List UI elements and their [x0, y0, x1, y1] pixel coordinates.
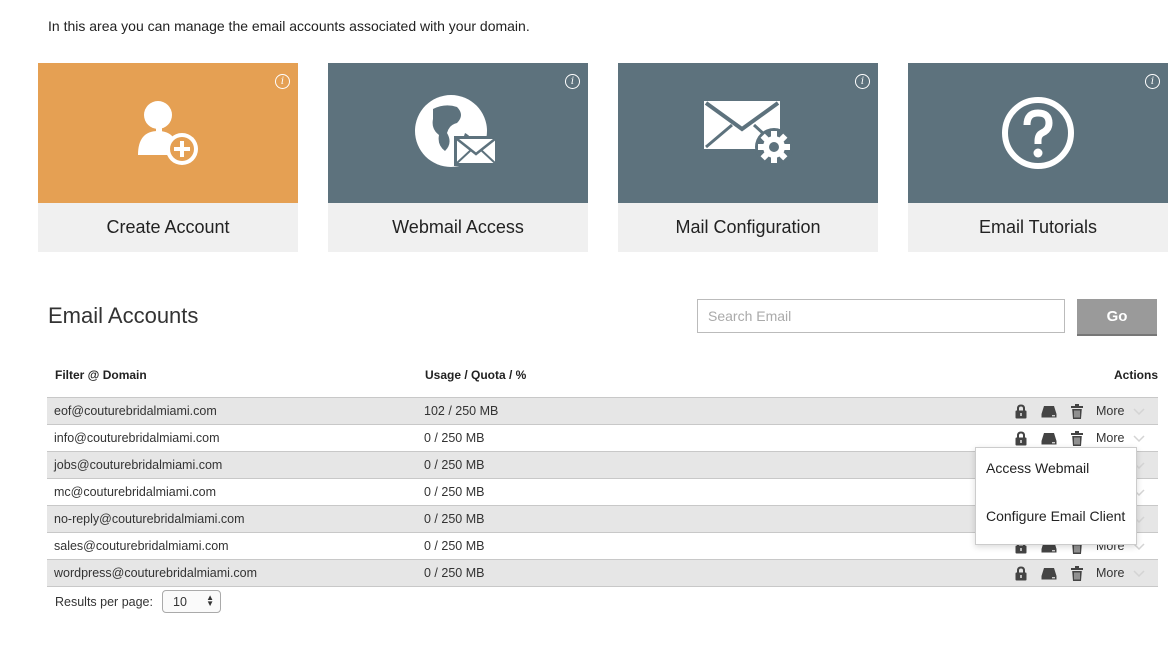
globe-mail-icon: [415, 95, 498, 167]
email-address: eof@couturebridalmiami.com: [54, 404, 217, 418]
row-actions: More: [1013, 402, 1146, 420]
email-address: mc@couturebridalmiami.com: [54, 485, 217, 499]
lock-icon[interactable]: [1013, 565, 1029, 581]
menu-item-configure-email-client[interactable]: Configure Email Client: [986, 508, 1125, 524]
table-row: eof@couturebridalmiami.com 102 / 250 MB Mo…: [47, 397, 1158, 425]
email-address: info@couturebridalmiami.com: [54, 431, 220, 445]
more-menu: Access Webmail Configure Email Client: [975, 447, 1137, 545]
usage-quota: 0 / 250 MB: [424, 539, 485, 553]
question-icon: [1002, 97, 1074, 169]
mail-gear-icon: [704, 101, 793, 166]
intro-text: In this area you can manage the email ac…: [48, 18, 530, 34]
email-address: wordpress@couturebridalmiami.com: [54, 566, 258, 580]
info-icon[interactable]: i: [1145, 74, 1160, 89]
column-header-filter[interactable]: Filter @ Domain: [55, 368, 147, 382]
section-title: Email Accounts: [48, 303, 199, 328]
lock-icon[interactable]: [1013, 430, 1029, 446]
tile-label: Webmail Access: [392, 217, 524, 237]
tile-label: Create Account: [106, 217, 230, 237]
drive-icon[interactable]: [1041, 403, 1057, 419]
email-address: sales@couturebridalmiami.com: [54, 539, 229, 553]
usage-quota: 0 / 250 MB: [424, 485, 485, 499]
mail-configuration-tile[interactable]: i Mail Configuration: [618, 63, 878, 252]
trash-icon[interactable]: [1069, 403, 1085, 419]
usage-quota: 0 / 250 MB: [424, 566, 485, 580]
trash-icon[interactable]: [1069, 565, 1085, 581]
select-arrows-icon: ▲ ▼: [206, 593, 214, 608]
usage-quota: 102 / 250 MB: [424, 404, 499, 418]
email-tutorials-tile[interactable]: i Email Tutorials: [908, 63, 1168, 252]
email-address: jobs@couturebridalmiami.com: [54, 458, 223, 472]
chevron-down-icon[interactable]: [1132, 406, 1146, 416]
email-address: no-reply@couturebridalmiami.com: [54, 512, 245, 526]
tile-label: Mail Configuration: [675, 217, 821, 237]
go-button[interactable]: Go: [1077, 299, 1157, 334]
usage-quota: 0 / 250 MB: [424, 512, 485, 526]
webmail-access-tile[interactable]: i Webmail Access: [328, 63, 588, 252]
trash-icon[interactable]: [1069, 430, 1085, 446]
table-row: wordpress@couturebridalmiami.com 0 / 250 …: [47, 560, 1158, 587]
more-button[interactable]: More: [1096, 566, 1124, 580]
tile-label: Email Tutorials: [978, 217, 1098, 237]
chevron-down-icon[interactable]: [1132, 568, 1146, 578]
drive-icon[interactable]: [1041, 430, 1057, 446]
results-per-page-select[interactable]: 10 ▲ ▼: [162, 590, 221, 613]
column-header-actions: Actions: [1113, 368, 1158, 382]
menu-item-access-webmail[interactable]: Access Webmail: [986, 460, 1089, 476]
column-header-usage: Usage / Quota / %: [425, 368, 527, 382]
info-icon[interactable]: i: [565, 74, 580, 89]
more-button[interactable]: More: [1096, 431, 1124, 445]
info-icon[interactable]: i: [275, 74, 290, 89]
table-header: Filter @ Domain Usage / Quota / % Action…: [47, 368, 1158, 382]
usage-quota: 0 / 250 MB: [424, 458, 485, 472]
results-per-page-value: 10: [173, 595, 187, 609]
row-actions: More: [1013, 564, 1146, 582]
row-actions: More: [1013, 429, 1146, 447]
drive-icon[interactable]: [1041, 565, 1057, 581]
add-user-icon: [138, 101, 198, 165]
next-section-title-cut: [48, 651, 198, 658]
results-per-page-label: Results per page:: [55, 595, 153, 609]
create-account-tile[interactable]: i Create Account: [38, 63, 298, 252]
usage-quota: 0 / 250 MB: [424, 431, 485, 445]
chevron-down-icon[interactable]: [1132, 433, 1146, 443]
info-icon[interactable]: i: [855, 74, 870, 89]
lock-icon[interactable]: [1013, 403, 1029, 419]
search-input[interactable]: [697, 299, 1065, 333]
more-button[interactable]: More: [1096, 404, 1124, 418]
